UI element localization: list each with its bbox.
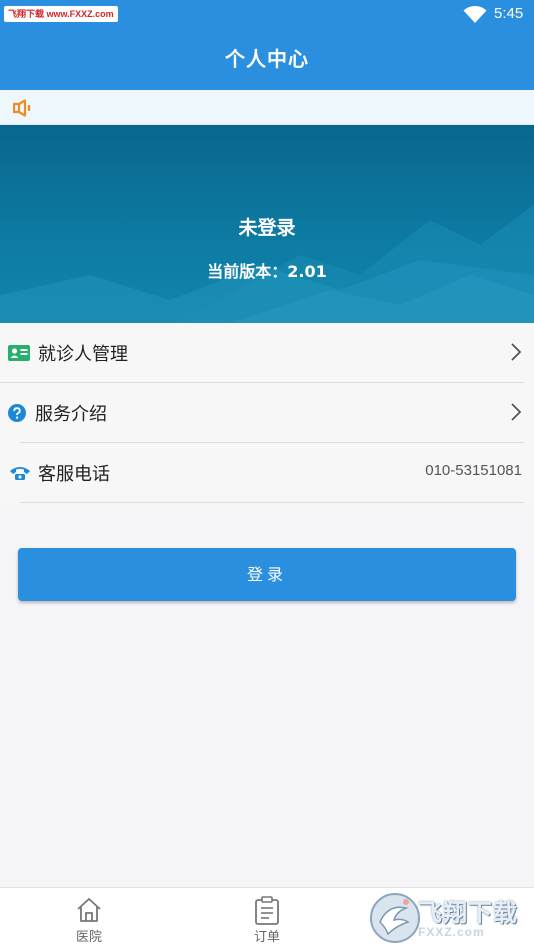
brand-url: FXXZ.com [418,925,485,939]
id-card-icon [8,345,30,361]
menu-item-label: 就诊人管理 [38,344,128,365]
menu-item-label: 客服电话 [38,464,110,485]
tab-label: 订单 [253,930,280,945]
login-button[interactable]: 登录 [18,548,516,601]
tab-orders[interactable]: 订单 [207,888,327,949]
clipboard-icon [255,896,279,925]
app-header: 个人中心 [0,30,534,90]
phone-icon [10,467,30,480]
login-status[interactable]: 未登录 [0,213,534,240]
menu-item-customer-service[interactable]: 客服电话 010-53151081 [10,443,524,503]
brand-name: 飞翔下载 [418,899,518,927]
tab-hospital[interactable]: 医院 [29,888,149,949]
status-bar: 飞翔下载 www.FXXZ.com 5:45 [0,0,534,30]
speaker-icon [13,99,31,117]
profile-banner: 未登录 当前版本：2.01 [0,125,534,323]
watermark-label: 飞翔下载 www.FXXZ.com [4,6,118,22]
menu-item-label: 服务介绍 [35,404,107,425]
chevron-right-icon [511,403,522,421]
menu-item-patient-management[interactable]: 就诊人管理 [0,323,524,383]
page-title: 个人中心 [225,47,309,71]
wifi-icon [463,6,487,23]
menu-item-service-intro[interactable]: 服务介绍 [8,383,524,443]
version-label: 当前版本：2.01 [207,262,327,281]
home-icon [77,898,101,922]
status-time: 5:45 [494,5,524,22]
question-icon [8,404,26,422]
tab-label: 医院 [75,930,102,945]
menu-list: 就诊人管理 服务介绍 客服电话 010-53151081 [0,323,534,503]
phone-number[interactable]: 010-53151081 [425,462,522,479]
chevron-right-icon [511,343,522,361]
notice-bar[interactable] [0,90,534,125]
